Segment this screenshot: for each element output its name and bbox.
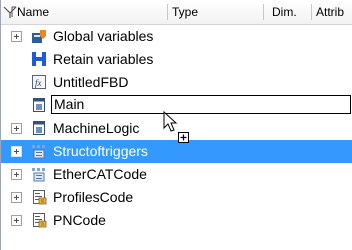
rename-input[interactable]: Main — [51, 95, 351, 114]
tree-item-label: Global variables — [53, 28, 154, 44]
tree-item-label: UntitledFBD — [53, 74, 129, 90]
expand-icon[interactable] — [11, 123, 22, 134]
svg-text:fx: fx — [35, 78, 42, 88]
column-type[interactable]: Type — [172, 0, 260, 24]
expand-icon[interactable] — [11, 146, 22, 157]
global-variables-icon — [32, 30, 46, 43]
expand-icon[interactable] — [11, 192, 22, 203]
tree-item-global-variables[interactable]: Global variables — [1, 25, 352, 48]
filter-icon[interactable] — [3, 5, 17, 19]
tree-item-label: Structoftriggers — [53, 143, 148, 159]
column-header: Name Type Dim. Attrib — [1, 0, 352, 25]
struct-icon — [32, 145, 45, 159]
tree-item-profilescode[interactable]: ProfilesCode — [1, 186, 352, 209]
column-divider[interactable] — [263, 4, 264, 20]
tree-item-retain-variables[interactable]: Retain variables — [1, 48, 352, 71]
program-icon — [33, 98, 45, 112]
expand-icon[interactable] — [11, 215, 22, 226]
program-icon — [33, 121, 45, 135]
struct-icon — [32, 168, 45, 182]
fbd-program-icon: fx — [32, 75, 46, 89]
drag-copy-cursor-icon — [163, 111, 189, 143]
column-attrib[interactable]: Attrib — [316, 0, 352, 24]
tree-item-label: Retain variables — [53, 51, 154, 67]
retain-variables-icon — [32, 52, 46, 66]
rename-input-text: Main — [54, 96, 85, 112]
tree-item-label: EtherCATCode — [53, 166, 147, 182]
column-dim[interactable]: Dim. — [272, 0, 308, 24]
column-name[interactable]: Name — [17, 0, 167, 24]
expand-icon[interactable] — [11, 169, 22, 180]
tree-item-label: PNCode — [53, 212, 106, 228]
code-icon — [33, 190, 47, 205]
tree-item-untitledfbd[interactable]: fx UntitledFBD — [1, 71, 352, 94]
expand-icon[interactable] — [11, 31, 22, 42]
column-divider[interactable] — [311, 4, 312, 20]
tree-item-ethercatcode[interactable]: EtherCATCode — [1, 163, 352, 186]
tree-item-pncode[interactable]: PNCode — [1, 209, 352, 232]
column-divider[interactable] — [167, 4, 168, 20]
code-icon — [33, 213, 47, 228]
tree-item-label: MachineLogic — [53, 120, 140, 136]
tree-item-label: ProfilesCode — [53, 189, 134, 205]
